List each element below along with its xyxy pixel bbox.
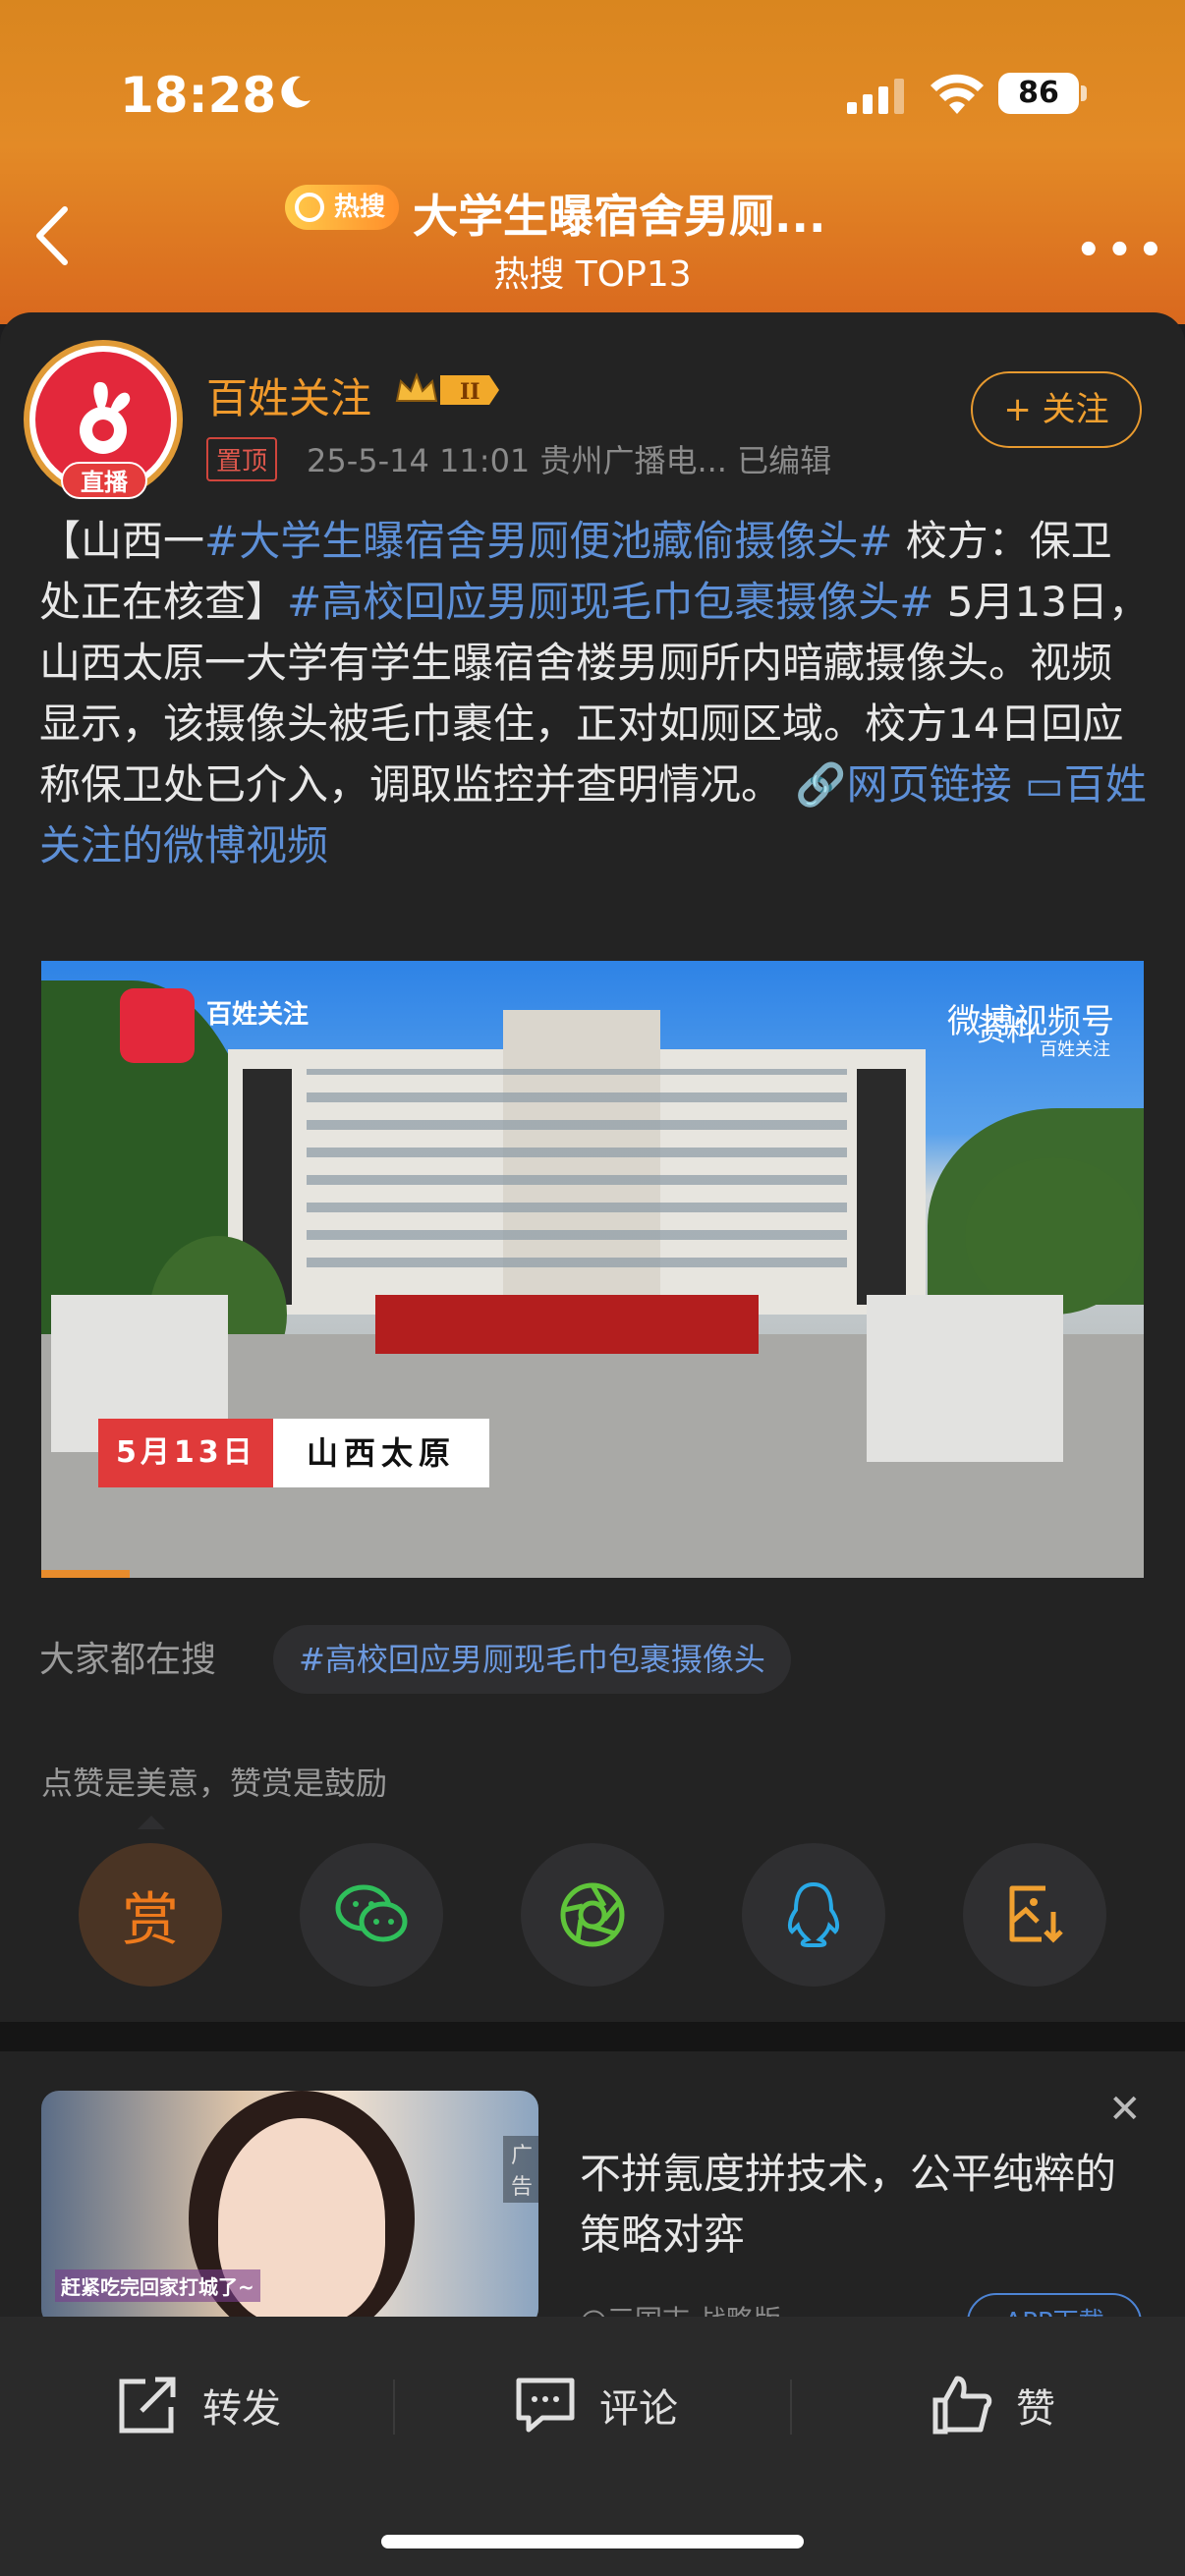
home-indicator[interactable] — [381, 2535, 804, 2548]
rabbit-logo-icon — [80, 381, 131, 454]
status-time: 18:28 — [120, 67, 277, 124]
cellular-signal-icon — [847, 79, 904, 114]
tooltip-pointer — [138, 1816, 165, 1829]
ad-title[interactable]: 不拼氪度拼技术，公平纯粹的策略对弈 — [580, 2144, 1150, 2266]
channel-logo-text: 百姓关注 — [206, 1000, 310, 1030]
video-date-tag: 5月13日 — [98, 1419, 274, 1487]
qq-button[interactable] — [742, 1843, 885, 1987]
ad-source: @三国志·战略版 — [580, 2299, 781, 2317]
wifi-icon — [931, 74, 984, 114]
bar-divider — [790, 2380, 792, 2435]
trending-chip[interactable]: #高校回应男厕现毛巾包裹摄像头 — [273, 1625, 791, 1694]
video-place-tag: 山西太原 — [273, 1419, 490, 1487]
section-divider — [0, 2022, 1185, 2051]
scene-flowerbed — [375, 1295, 759, 1354]
save-image-button[interactable] — [963, 1843, 1106, 1987]
live-badge: 直播 — [61, 462, 147, 499]
ad-image[interactable]: 赶紧吃完回家打城了~ 广告 — [41, 2091, 538, 2317]
hashtag-link-2[interactable]: #高校回应男厕现毛巾包裹摄像头# — [287, 578, 933, 626]
watermark-sub: 百姓关注 — [1040, 1039, 1110, 1060]
level-badge: II — [460, 379, 480, 405]
ad-image-caption: 赶紧吃完回家打城了~ — [55, 2269, 260, 2302]
trending-label: 大家都在搜 — [39, 1640, 217, 1680]
battery-cap — [1081, 85, 1087, 101]
body-text-1: 【山西一 — [39, 517, 205, 565]
hot-badge-label: 热搜 — [334, 193, 386, 222]
channel-logo-icon — [120, 988, 195, 1063]
ad-card[interactable]: 赶紧吃完回家打城了~ 广告 ✕ 不拼氪度拼技术，公平纯粹的策略对弈 @三国志·战… — [0, 2051, 1185, 2317]
scene-building-dark — [857, 1069, 906, 1305]
scene-trees — [965, 1157, 1142, 1315]
hashtag-link-1[interactable]: #大学生曝宿舍男厕便池藏偷摄像头# — [204, 517, 892, 565]
qq-icon — [787, 1881, 840, 1947]
more-options-icon[interactable]: ••• — [1076, 228, 1169, 273]
post-meta: 25-5-14 11:01 贵州广播电... 已编辑 — [307, 442, 832, 479]
repost-icon — [119, 2377, 176, 2434]
hot-search-badge: 热搜 — [285, 185, 400, 230]
battery-indicator: 86 — [998, 73, 1079, 114]
moments-icon — [560, 1882, 625, 1947]
repost-label: 转发 — [202, 2386, 281, 2432]
moments-button[interactable] — [521, 1843, 664, 1987]
video-player[interactable]: 百姓关注 微博视频号 百姓关注 资料 5月13日 山西太原 — [41, 961, 1144, 1578]
reward-button[interactable]: 赏 — [79, 1843, 222, 1987]
web-link[interactable]: 🔗网页链接 — [795, 760, 1011, 809]
wechat-button[interactable] — [300, 1843, 443, 1987]
ad-tag: 广告 — [503, 2136, 538, 2203]
page-title: 大学生曝宿舍男厕... — [413, 190, 826, 243]
archive-footage-note: 资料 — [977, 1014, 1036, 1048]
reward-label: 赏 — [121, 1886, 179, 1953]
header-bar: 18:28 86 热搜 大学生曝宿舍男厕... 热搜 TOP13 ••• — [0, 0, 1185, 324]
video-progress-bar[interactable] — [41, 1570, 130, 1578]
ad-download-button[interactable]: APP下载 — [967, 2293, 1142, 2317]
moon-icon — [281, 76, 310, 108]
pinned-badge: 置顶 — [206, 437, 278, 481]
search-icon — [295, 193, 324, 222]
comment-icon — [516, 2378, 575, 2433]
page-subtitle[interactable]: 热搜 TOP13 — [0, 246, 1185, 297]
close-icon[interactable]: ✕ — [1108, 2087, 1142, 2132]
scene-windows — [307, 1069, 847, 1285]
comment-button[interactable]: 评论 — [513, 2366, 678, 2444]
link-icon: 🔗 — [795, 760, 847, 809]
status-bar: 18:28 86 — [0, 59, 1185, 138]
follow-button[interactable]: + 关注 — [971, 371, 1142, 448]
comment-label: 评论 — [599, 2386, 678, 2432]
username[interactable]: 百姓关注 — [206, 365, 371, 425]
reward-note: 点赞是美意，赞赏是鼓励 — [41, 1764, 388, 1802]
post-body: 【山西一#大学生曝宿舍男厕便池藏偷摄像头# 校方：保卫处正在核查】#高校回应男厕… — [39, 511, 1150, 876]
like-label: 赞 — [1016, 2386, 1055, 2432]
like-button[interactable]: 赞 — [930, 2366, 1055, 2444]
wechat-icon — [335, 1884, 408, 1942]
video-icon: ▭ — [1025, 760, 1064, 809]
scene-gatehouse — [867, 1295, 1063, 1462]
vip-crown-icon: II — [395, 372, 499, 405]
repost-button[interactable]: 转发 — [116, 2366, 281, 2444]
save-image-icon — [1009, 1885, 1063, 1943]
bar-divider — [393, 2380, 395, 2435]
web-link-label: 网页链接 — [846, 760, 1012, 809]
thumbs-up-icon — [932, 2376, 992, 2435]
